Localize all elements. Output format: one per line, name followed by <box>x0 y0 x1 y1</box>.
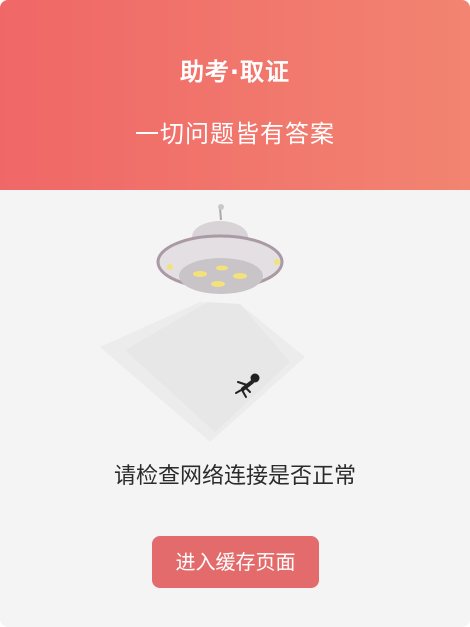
header-banner: 助考·取证 一切问题皆有答案 <box>0 0 470 190</box>
ufo-abduction-icon <box>100 204 305 442</box>
enter-cache-page-button[interactable]: 进入缓存页面 <box>152 536 319 588</box>
page-subtitle: 一切问题皆有答案 <box>135 120 335 148</box>
ufo-light <box>193 271 207 277</box>
ufo-antenna-tip <box>218 204 224 210</box>
ufo-rim-dot <box>274 259 280 265</box>
ufo-bottom <box>179 258 263 294</box>
network-error-message: 请检查网络连接是否正常 <box>113 464 356 489</box>
ufo-light <box>216 265 228 271</box>
ufo-rim-dot <box>167 264 173 270</box>
ufo-light <box>233 273 247 279</box>
page-title: 助考·取证 <box>179 58 291 86</box>
network-error-card: 助考·取证 一切问题皆有答案 请检查网络连接是否正常 进入缓存页面 <box>0 0 470 627</box>
ufo-light <box>211 281 225 287</box>
ufo-beam-light-inner <box>125 302 290 432</box>
